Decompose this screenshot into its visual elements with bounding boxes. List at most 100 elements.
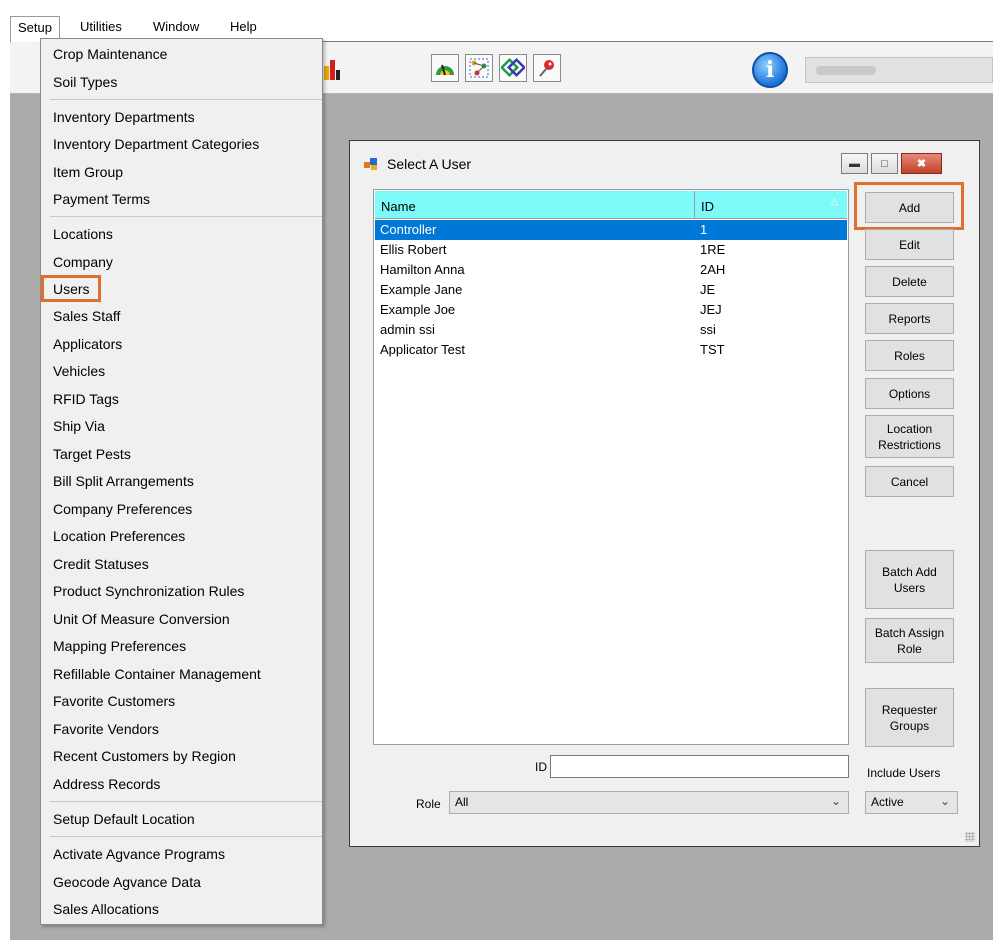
- user-name: Controller: [380, 222, 437, 237]
- user-list[interactable]: Name ID △ Controller 1 Ellis Robert 1RE Ha…: [373, 189, 849, 745]
- resize-grip-icon[interactable]: [965, 832, 975, 842]
- include-users-select[interactable]: Active ⌄: [865, 791, 958, 814]
- user-name: admin ssi: [380, 322, 435, 337]
- reports-button[interactable]: Reports: [865, 303, 954, 334]
- bar-chart-icon[interactable]: [324, 56, 340, 80]
- column-divider: [694, 191, 695, 219]
- menu-item-address-records[interactable]: Address Records: [53, 775, 160, 793]
- table-row[interactable]: Applicator Test TST: [375, 340, 847, 360]
- blurred-user-text: [816, 66, 876, 75]
- window-icon: [364, 158, 378, 170]
- menu-item-favorite-customers[interactable]: Favorite Customers: [53, 692, 175, 710]
- menu-item-company[interactable]: Company: [53, 253, 113, 271]
- setup-dropdown-menu: Crop Maintenance Soil Types Inventory De…: [40, 38, 323, 925]
- table-row[interactable]: Example Joe JEJ: [375, 300, 847, 320]
- menu-item-setup-default-location[interactable]: Setup Default Location: [53, 810, 195, 828]
- pushpin-icon[interactable]: [533, 54, 561, 82]
- column-header-name[interactable]: Name: [381, 199, 416, 214]
- users-highlight-box: [41, 275, 101, 302]
- info-icon[interactable]: i: [752, 52, 788, 88]
- maximize-button[interactable]: □: [871, 153, 898, 174]
- link-icon[interactable]: [499, 54, 527, 82]
- id-label: ID: [535, 760, 547, 774]
- role-select-value: All: [455, 795, 469, 809]
- select-user-dialog: Select A User ▬ □ ✖ Name ID △ Controller…: [349, 140, 980, 847]
- menu-item-unit-of-measure-conversion[interactable]: Unit Of Measure Conversion: [53, 610, 230, 628]
- close-button[interactable]: ✖: [901, 153, 942, 174]
- user-name: Ellis Robert: [380, 242, 447, 257]
- include-users-select-value: Active: [871, 795, 904, 809]
- options-button[interactable]: Options: [865, 378, 954, 409]
- user-id: JEJ: [700, 302, 722, 317]
- menu-item-credit-statuses[interactable]: Credit Statuses: [53, 555, 149, 573]
- sort-ascending-icon: △: [831, 196, 838, 206]
- location-restrictions-button[interactable]: Location Restrictions: [865, 415, 954, 458]
- role-select[interactable]: All ⌄: [449, 791, 849, 814]
- menu-item-applicators[interactable]: Applicators: [53, 335, 122, 353]
- user-name: Example Jane: [380, 282, 463, 297]
- menu-item-company-preferences[interactable]: Company Preferences: [53, 500, 192, 518]
- user-id: JE: [700, 282, 716, 297]
- roles-button[interactable]: Roles: [865, 340, 954, 371]
- cancel-button[interactable]: Cancel: [865, 466, 954, 497]
- user-name: Hamilton Anna: [380, 262, 465, 277]
- menu-item-product-synchronization-rules[interactable]: Product Synchronization Rules: [53, 582, 244, 600]
- chevron-down-icon: ⌄: [939, 794, 950, 808]
- chevron-down-icon: ⌄: [830, 794, 841, 808]
- id-field[interactable]: [550, 755, 849, 778]
- minimize-icon: ▬: [849, 157, 860, 170]
- gauge-icon[interactable]: [431, 54, 459, 82]
- menu-item-favorite-vendors[interactable]: Favorite Vendors: [53, 720, 159, 738]
- edit-button[interactable]: Edit: [865, 229, 954, 260]
- menu-item-item-group[interactable]: Item Group: [53, 163, 123, 181]
- table-row[interactable]: Ellis Robert 1RE: [375, 240, 847, 260]
- include-users-label: Include Users: [867, 766, 941, 780]
- menu-item-recent-customers-by-region[interactable]: Recent Customers by Region: [53, 747, 236, 765]
- list-header: Name ID △: [375, 191, 847, 219]
- requester-groups-button[interactable]: Requester Groups: [865, 688, 954, 747]
- user-name: Example Joe: [380, 302, 456, 317]
- close-icon: ✖: [916, 158, 927, 170]
- table-row[interactable]: admin ssi ssi: [375, 320, 847, 340]
- menu-item-mapping-preferences[interactable]: Mapping Preferences: [53, 637, 186, 655]
- batch-add-users-button[interactable]: Batch Add Users: [865, 550, 954, 609]
- menu-item-locations[interactable]: Locations: [53, 225, 113, 243]
- menu-separator: [50, 801, 322, 802]
- menu-item-activate-agvance-programs[interactable]: Activate Agvance Programs: [53, 845, 225, 863]
- user-id: TST: [700, 342, 725, 357]
- minimize-button[interactable]: ▬: [841, 153, 868, 174]
- table-row[interactable]: Controller 1: [375, 220, 847, 240]
- menu-item-soil-types[interactable]: Soil Types: [53, 73, 117, 91]
- batch-assign-role-button[interactable]: Batch Assign Role: [865, 618, 954, 663]
- menu-item-geocode-agvance-data[interactable]: Geocode Agvance Data: [53, 873, 201, 891]
- menu-item-payment-terms[interactable]: Payment Terms: [53, 190, 150, 208]
- dialog-title: Select A User: [387, 156, 472, 172]
- menu-separator: [50, 99, 322, 100]
- role-label: Role: [416, 797, 441, 811]
- table-row[interactable]: Hamilton Anna 2AH: [375, 260, 847, 280]
- menu-separator: [50, 836, 322, 837]
- delete-button[interactable]: Delete: [865, 266, 954, 297]
- menu-item-location-preferences[interactable]: Location Preferences: [53, 527, 185, 545]
- user-id: 2AH: [700, 262, 726, 277]
- menu-item-bill-split-arrangements[interactable]: Bill Split Arrangements: [53, 472, 194, 490]
- maximize-icon: □: [881, 157, 888, 170]
- menu-item-refillable-container-management[interactable]: Refillable Container Management: [53, 665, 261, 683]
- table-row[interactable]: Example Jane JE: [375, 280, 847, 300]
- menu-item-sales-staff[interactable]: Sales Staff: [53, 307, 120, 325]
- network-map-icon[interactable]: [465, 54, 493, 82]
- user-id: ssi: [700, 322, 716, 337]
- menu-item-rfid-tags[interactable]: RFID Tags: [53, 390, 119, 408]
- column-header-id[interactable]: ID: [701, 199, 714, 214]
- menu-separator: [50, 216, 322, 217]
- user-id: 1RE: [700, 242, 726, 257]
- menu-item-inventory-departments[interactable]: Inventory Departments: [53, 108, 195, 126]
- menu-item-ship-via[interactable]: Ship Via: [53, 417, 105, 435]
- menu-item-vehicles[interactable]: Vehicles: [53, 362, 105, 380]
- menu-item-target-pests[interactable]: Target Pests: [53, 445, 131, 463]
- menu-item-sales-allocations[interactable]: Sales Allocations: [53, 900, 159, 918]
- add-highlight-box: [854, 182, 964, 230]
- menu-item-inventory-department-categories[interactable]: Inventory Department Categories: [53, 135, 259, 153]
- menu-item-crop-maintenance[interactable]: Crop Maintenance: [53, 45, 167, 63]
- user-name: Applicator Test: [380, 342, 466, 357]
